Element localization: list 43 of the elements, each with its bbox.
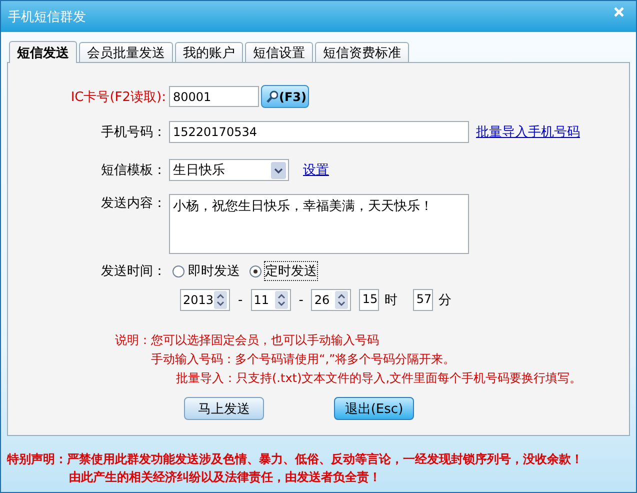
note-text: 手动输入号码：多个号码请使用“,”将多个号码分隔开来。: [151, 351, 456, 368]
card-number-field[interactable]: 80001: [169, 86, 259, 107]
settings-link[interactable]: 设置: [303, 161, 329, 179]
action-button[interactable]: 退出(Esc): [334, 397, 414, 420]
tab[interactable]: 短信发送: [9, 41, 77, 63]
field-label: 发送时间：: [100, 263, 166, 280]
search-button[interactable]: (F3): [261, 85, 309, 108]
number-field[interactable]: 57: [413, 289, 434, 311]
note-text: 说明：您可以选择固定会员，也可以手动输入号码: [115, 332, 380, 349]
tab[interactable]: 我的账户: [175, 42, 243, 62]
window-title: 手机短信群发: [8, 8, 86, 26]
search-icon: [266, 90, 278, 103]
template-dropdown[interactable]: 生日快乐: [169, 159, 289, 181]
spin-field[interactable]: 26: [311, 289, 352, 311]
tab[interactable]: 短信设置: [245, 42, 313, 62]
radio-button[interactable]: [172, 264, 185, 278]
close-icon: [613, 6, 625, 18]
separator-label: -: [298, 292, 304, 308]
action-button[interactable]: 马上发送: [184, 397, 264, 420]
field-label: 短信模板：: [100, 162, 166, 179]
note-text: 批量导入：只支持(.txt)文本文件的导入,文件里面每个手机号码要换行填写。: [176, 370, 583, 387]
disclaimer-text: 特别声明：严禁使用此群发功能发送涉及色情、暴力、低俗、反动等言论，一经发现封锁序列号，没收余款！: [7, 451, 584, 468]
phone-field[interactable]: 15220170534: [169, 121, 469, 143]
radio-option[interactable]: 定时发送: [249, 262, 317, 280]
spin-field[interactable]: 11: [250, 289, 291, 311]
import-link[interactable]: 批量导入手机号码: [476, 123, 580, 141]
tab[interactable]: 短信资费标准: [315, 42, 409, 62]
separator-label: -: [238, 292, 243, 308]
spinner-arrows-icon: [335, 291, 348, 309]
separator-label: 分: [438, 292, 452, 309]
field-label: 发送内容：: [100, 195, 166, 212]
spinner-arrows-icon: [274, 291, 288, 309]
field-label: IC卡号(F2读取):: [70, 88, 166, 106]
field-label: 手机号码：: [100, 124, 166, 141]
radio-button[interactable]: [249, 264, 262, 278]
disclaimer-text: 由此产生的相关经济纠纷以及法律责任，由发送者负全责！: [69, 469, 382, 486]
radio-option[interactable]: 即时发送: [172, 262, 240, 280]
spinner-arrows-icon: [214, 291, 227, 309]
separator-label: 时: [384, 292, 398, 309]
number-field[interactable]: 15: [359, 289, 380, 311]
spin-field[interactable]: 2013: [180, 289, 230, 311]
message-field[interactable]: 小杨，祝您生日快乐，幸福美满，天天快乐！: [169, 194, 469, 254]
tab[interactable]: 会员批量发送: [79, 42, 173, 62]
